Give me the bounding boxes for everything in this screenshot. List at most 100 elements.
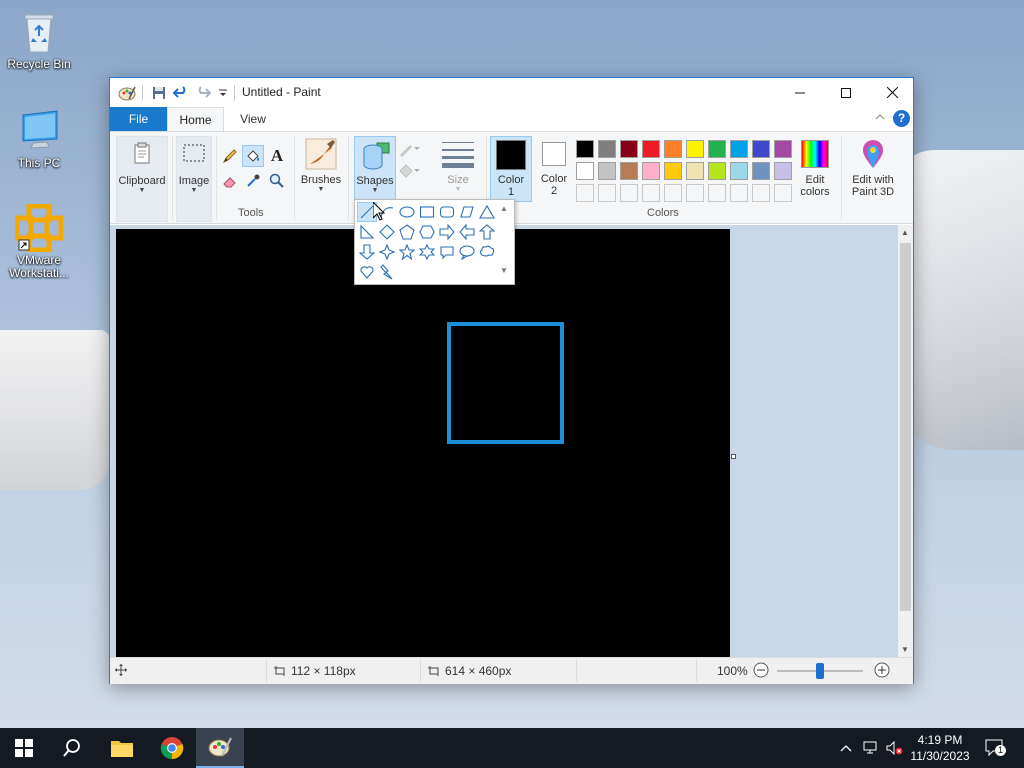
pentagon-shape-icon[interactable]: [397, 222, 417, 242]
palette-swatch[interactable]: [752, 162, 770, 180]
palette-swatch[interactable]: [576, 140, 594, 158]
palette-swatch[interactable]: [664, 162, 682, 180]
gallery-scroll-down-icon[interactable]: ▼: [500, 266, 508, 275]
palette-custom-slot[interactable]: [598, 184, 616, 202]
four-point-star-shape-icon[interactable]: [377, 242, 397, 262]
palette-swatch[interactable]: [708, 140, 726, 158]
brushes-button[interactable]: Brushes ▼: [298, 136, 344, 206]
search-button[interactable]: [48, 728, 96, 768]
six-point-star-shape-icon[interactable]: [417, 242, 437, 262]
network-icon[interactable]: [860, 728, 882, 768]
right-arrow-shape-icon[interactable]: [437, 222, 457, 242]
scroll-down-icon[interactable]: ▼: [901, 645, 909, 654]
zoom-in-button[interactable]: [874, 662, 890, 678]
customize-quick-access-icon[interactable]: [214, 84, 232, 102]
undo-icon[interactable]: [172, 84, 190, 102]
palette-swatch[interactable]: [620, 162, 638, 180]
shapes-button[interactable]: Shapes ▼: [354, 136, 396, 202]
lightning-shape-icon[interactable]: [377, 262, 397, 282]
palette-swatch[interactable]: [598, 140, 616, 158]
help-icon[interactable]: ?: [893, 110, 910, 127]
palette-custom-slot[interactable]: [730, 184, 748, 202]
palette-swatch[interactable]: [752, 140, 770, 158]
palette-custom-slot[interactable]: [620, 184, 638, 202]
tab-file[interactable]: File: [110, 107, 167, 131]
notifications-button[interactable]: 1: [980, 728, 1010, 768]
close-button[interactable]: [869, 78, 915, 107]
hexagon-shape-icon[interactable]: [417, 222, 437, 242]
image-button[interactable]: Image ▼: [176, 136, 212, 222]
vertical-scrollbar[interactable]: ▲ ▼: [898, 225, 913, 657]
size-button[interactable]: Size ▼: [440, 136, 476, 206]
scroll-up-icon[interactable]: ▲: [901, 228, 909, 237]
palette-swatch[interactable]: [598, 162, 616, 180]
magnifier-icon[interactable]: [266, 170, 288, 192]
diamond-shape-icon[interactable]: [377, 222, 397, 242]
drawn-rectangle[interactable]: [447, 322, 564, 444]
palette-swatch[interactable]: [686, 140, 704, 158]
canvas-resize-handle[interactable]: [731, 454, 736, 459]
rounded-callout-shape-icon[interactable]: [437, 242, 457, 262]
minimize-button[interactable]: [777, 78, 823, 107]
palette-custom-slot[interactable]: [664, 184, 682, 202]
fill-icon[interactable]: [242, 145, 264, 167]
save-icon[interactable]: [150, 84, 168, 102]
palette-swatch[interactable]: [576, 162, 594, 180]
palette-custom-slot[interactable]: [686, 184, 704, 202]
show-hidden-icons[interactable]: [836, 728, 856, 768]
zoom-out-button[interactable]: [753, 662, 769, 678]
palette-custom-slot[interactable]: [774, 184, 792, 202]
palette-swatch[interactable]: [620, 140, 638, 158]
maximize-button[interactable]: [823, 78, 869, 107]
right-triangle-shape-icon[interactable]: [357, 222, 377, 242]
redo-icon[interactable]: [194, 84, 212, 102]
scrollbar-thumb[interactable]: [900, 243, 911, 611]
tab-view[interactable]: View: [228, 107, 278, 131]
palette-swatch[interactable]: [774, 140, 792, 158]
palette-swatch[interactable]: [664, 140, 682, 158]
palette-swatch[interactable]: [642, 140, 660, 158]
palette-swatch[interactable]: [686, 162, 704, 180]
edit-colors-button[interactable]: Edit colors: [794, 136, 836, 206]
pencil-icon[interactable]: [219, 145, 241, 167]
start-button[interactable]: [0, 728, 48, 768]
desktop-icon-this-pc[interactable]: This PC: [1, 107, 77, 170]
polygon-shape-icon[interactable]: [457, 202, 477, 222]
palette-custom-slot[interactable]: [576, 184, 594, 202]
five-point-star-shape-icon[interactable]: [397, 242, 417, 262]
down-arrow-shape-icon[interactable]: [357, 242, 377, 262]
file-explorer-button[interactable]: [98, 728, 146, 768]
palette-swatch[interactable]: [774, 162, 792, 180]
palette-custom-slot[interactable]: [708, 184, 726, 202]
text-icon[interactable]: A: [266, 145, 288, 167]
desktop-icon-vmware[interactable]: VMware Workstati...: [1, 203, 77, 280]
left-arrow-shape-icon[interactable]: [457, 222, 477, 242]
oval-callout-shape-icon[interactable]: [457, 242, 477, 262]
eraser-icon[interactable]: [219, 170, 241, 192]
paint-taskbar-button[interactable]: [196, 728, 244, 768]
heart-shape-icon[interactable]: [357, 262, 377, 282]
rectangle-shape-icon[interactable]: [417, 202, 437, 222]
drawing-canvas[interactable]: [116, 229, 730, 657]
cloud-callout-shape-icon[interactable]: [477, 242, 497, 262]
palette-swatch[interactable]: [642, 162, 660, 180]
chrome-button[interactable]: [148, 728, 196, 768]
oval-shape-icon[interactable]: [397, 202, 417, 222]
palette-custom-slot[interactable]: [752, 184, 770, 202]
palette-swatch[interactable]: [708, 162, 726, 180]
desktop-icon-recycle-bin[interactable]: Recycle Bin: [1, 8, 77, 71]
clock[interactable]: 4:19 PM 11/30/2023: [906, 732, 974, 764]
edit-paint3d-button[interactable]: Edit with Paint 3D: [845, 136, 901, 206]
color-picker-icon[interactable]: [242, 170, 264, 192]
collapse-ribbon-icon[interactable]: [874, 111, 886, 126]
paint-app-icon[interactable]: [118, 84, 136, 102]
zoom-slider-thumb[interactable]: [816, 663, 824, 679]
volume-muted-icon[interactable]: [884, 728, 906, 768]
gallery-scroll-up-icon[interactable]: ▲: [500, 204, 508, 213]
clipboard-button[interactable]: Clipboard ▼: [116, 136, 168, 222]
palette-swatch[interactable]: [730, 140, 748, 158]
color1-button[interactable]: Color 1: [490, 136, 532, 202]
palette-swatch[interactable]: [730, 162, 748, 180]
rounded-rectangle-shape-icon[interactable]: [437, 202, 457, 222]
tab-home[interactable]: Home: [167, 107, 224, 131]
